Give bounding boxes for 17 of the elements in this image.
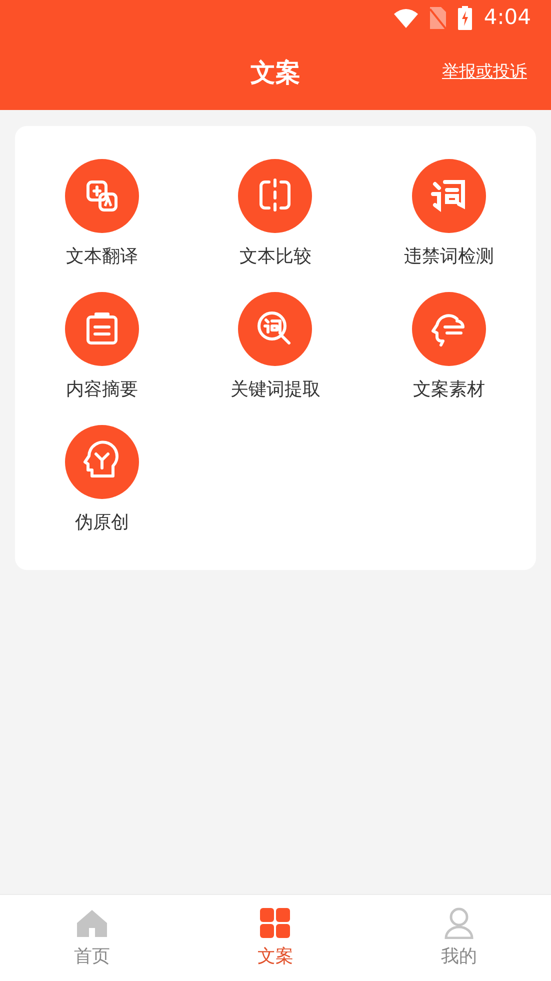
tool-label[interactable]: 文案素材: [413, 376, 486, 403]
person-icon: [443, 906, 476, 938]
no-sim-icon: [430, 7, 446, 29]
status-time: 4:04: [484, 4, 531, 32]
tab[interactable]: 首页: [0, 895, 184, 981]
tool-label[interactable]: 文本比较: [239, 243, 312, 270]
tab[interactable]: 文案: [184, 895, 368, 981]
tab[interactable]: 我的: [367, 895, 551, 981]
tool-label[interactable]: 违禁词检测: [404, 243, 494, 270]
battery-charging-icon: [458, 6, 472, 30]
tool-label[interactable]: 伪原创: [74, 509, 129, 536]
grid-icon: [259, 906, 292, 938]
page-title: 文案: [250, 57, 300, 90]
tool-label[interactable]: 内容摘要: [66, 376, 138, 403]
tool-label[interactable]: 关键词提取: [230, 376, 320, 403]
tool-label[interactable]: 文本翻译: [66, 243, 138, 270]
wifi-icon: [394, 8, 418, 28]
